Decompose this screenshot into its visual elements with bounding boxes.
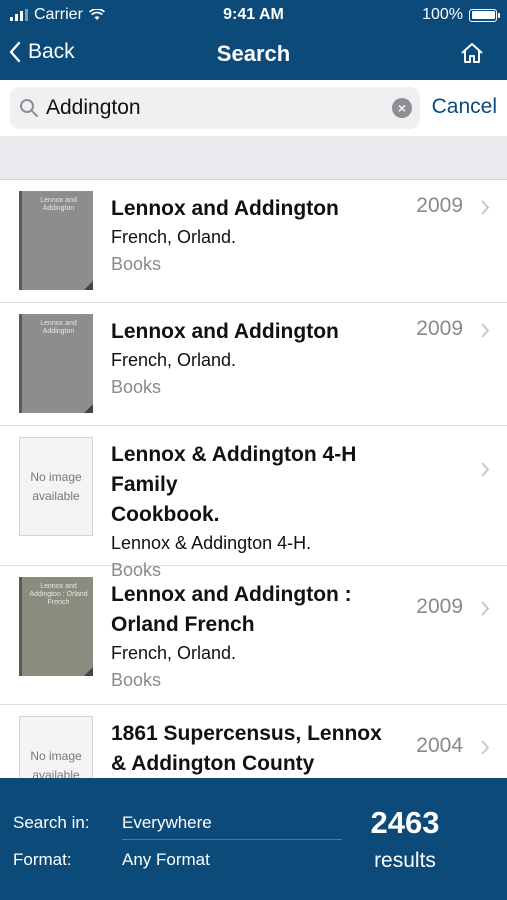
chevron-right-icon — [481, 462, 490, 477]
result-format: Books — [111, 670, 162, 690]
battery-group: 100% — [422, 6, 500, 24]
result-title-line-2: Orland French — [111, 613, 255, 636]
no-image-placeholder: No image available — [19, 716, 93, 778]
cancel-button[interactable]: Cancel — [432, 95, 497, 119]
list-item[interactable]: Lennox and Addington Lennox and Addingto… — [0, 180, 507, 303]
no-image-placeholder: No image available — [19, 437, 93, 536]
navigation-bar: Back Search — [0, 30, 507, 80]
book-cover-image: Lennox and Addington — [19, 314, 93, 413]
result-year: 2009 — [416, 317, 463, 340]
status-bar: Carrier 9:41 AM 100% — [0, 0, 507, 30]
list-item[interactable]: Lennox and Addington Lennox and Addingto… — [0, 303, 507, 426]
result-author: French, Orland. — [111, 643, 237, 663]
result-title: Lennox and Addington — [111, 197, 339, 220]
search-bar: × Cancel — [0, 80, 507, 136]
search-field[interactable]: × — [10, 87, 420, 129]
book-cover-image: Lennox and Addington : Orland French — [19, 577, 93, 676]
results-label: results — [374, 849, 436, 872]
search-in-selector[interactable]: Everywhere — [122, 813, 212, 833]
results-list: Lennox and Addington Lennox and Addingto… — [0, 180, 507, 778]
search-summary-footer: Search in: Everywhere Format: Any Format… — [0, 778, 507, 900]
search-icon — [20, 99, 38, 117]
battery-percent: 100% — [422, 6, 463, 23]
result-title-line-2: & Addington County — [111, 752, 315, 775]
format-selector[interactable]: Any Format — [122, 850, 210, 870]
list-item[interactable]: Lennox and Addington : Orland French Len… — [0, 566, 507, 705]
result-year: 2009 — [416, 194, 463, 217]
result-title: Lennox & Addington 4-H Family — [111, 443, 357, 496]
list-item[interactable]: No image available 1861 Supercensus, Len… — [0, 705, 507, 778]
search-in-label: Search in: — [13, 813, 90, 832]
result-title: Lennox and Addington : — [111, 583, 352, 606]
clear-search-icon[interactable]: × — [392, 98, 412, 118]
result-author: French, Orland. — [111, 227, 237, 247]
result-author: Lennox & Addington 4-H. — [111, 533, 312, 553]
result-count: 2463 — [370, 805, 440, 840]
result-author: French, Orland. — [111, 350, 237, 370]
format-label: Format: — [13, 850, 72, 869]
result-title: Lennox and Addington — [111, 320, 339, 343]
chevron-right-icon — [481, 601, 490, 616]
divider — [122, 839, 342, 840]
search-input[interactable] — [46, 87, 386, 129]
result-format: Books — [111, 377, 162, 397]
list-item[interactable]: No image available Lennox & Addington 4-… — [0, 426, 507, 580]
result-title-line-2: Cookbook. — [111, 503, 220, 526]
page-title: Search — [216, 41, 291, 66]
app-header: Carrier 9:41 AM 100% Back Search — [0, 0, 507, 80]
chevron-right-icon — [481, 200, 490, 215]
book-cover-image: Lennox and Addington — [19, 191, 93, 290]
chevron-right-icon — [481, 740, 490, 755]
home-icon[interactable] — [459, 40, 485, 66]
results-header-band — [0, 136, 507, 180]
battery-icon — [469, 8, 500, 22]
result-year: 2009 — [416, 595, 463, 618]
chevron-right-icon — [481, 323, 490, 338]
result-year: 2004 — [416, 734, 463, 757]
result-format: Books — [111, 254, 162, 274]
result-title: 1861 Supercensus, Lennox — [111, 722, 382, 745]
